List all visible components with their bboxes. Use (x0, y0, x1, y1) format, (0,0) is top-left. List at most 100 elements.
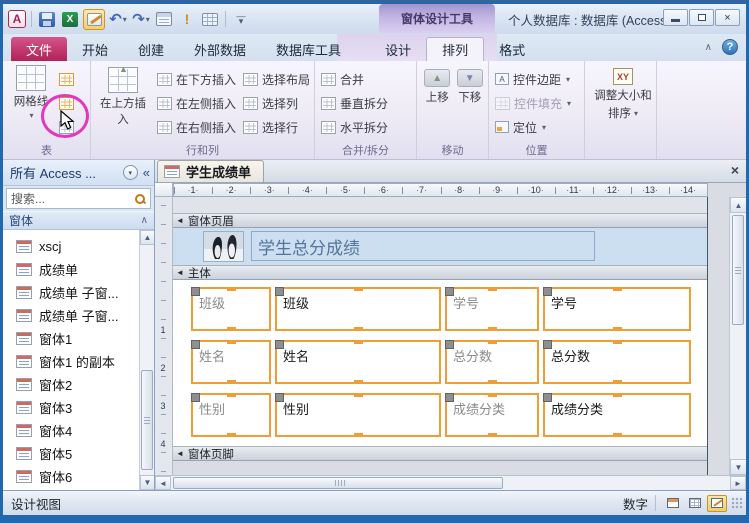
label-control[interactable]: 性别 (191, 393, 271, 437)
nav-item-form[interactable]: 成绩单 (3, 258, 154, 281)
selection-handle[interactable] (445, 340, 454, 349)
scroll-up-icon[interactable]: ▲ (730, 197, 746, 213)
move-up-button[interactable]: ▲ 上移 (423, 69, 452, 105)
select-column-button[interactable]: 选择列 (243, 91, 310, 115)
insert-above-button[interactable]: ▲ 在上方插入 (97, 65, 149, 139)
label-control[interactable]: 总分数 (445, 340, 539, 384)
export-excel-button[interactable]: X (60, 9, 80, 29)
selection-handle[interactable] (275, 287, 284, 296)
tab-create[interactable]: 创建 (123, 37, 179, 61)
access-app-icon[interactable]: A (8, 10, 26, 28)
resize-grip[interactable] (731, 497, 743, 509)
tab-design[interactable]: 设计 (370, 37, 426, 61)
redo-button[interactable]: ↷▾ (131, 9, 151, 29)
scroll-down-icon[interactable]: ▼ (140, 475, 154, 490)
restore-button[interactable] (689, 9, 714, 26)
detail-section-bar[interactable]: ◄ 主体 (173, 265, 707, 280)
nav-item-form[interactable]: 成绩单 子窗... (3, 304, 154, 327)
minimize-button[interactable] (663, 9, 688, 26)
control-margins-button[interactable]: A控件边距▾ (495, 67, 580, 91)
scrollbar-thumb[interactable] (732, 215, 744, 325)
design-view-button[interactable] (707, 495, 727, 512)
help-button[interactable]: ? (722, 39, 738, 55)
selection-handle[interactable] (191, 287, 200, 296)
tab-home[interactable]: 开始 (67, 37, 123, 61)
form-footer-section-bar[interactable]: ◄ 窗体页脚 (173, 446, 707, 461)
label-control[interactable]: 班级 (191, 287, 271, 331)
tab-arrange[interactable]: 排列 (426, 37, 484, 61)
form-header-section-bar[interactable]: ◄ 窗体页眉 (173, 213, 707, 228)
design-view-button[interactable] (83, 9, 105, 30)
label-control[interactable]: 姓名 (191, 340, 271, 384)
move-down-button[interactable]: ▼ 下移 (456, 69, 485, 105)
tab-external-data[interactable]: 外部数据 (179, 37, 261, 61)
vertical-scrollbar[interactable]: ▲ ▼ (729, 197, 746, 475)
nav-item-form[interactable]: 窗体5 (3, 442, 154, 465)
scrollbar-thumb[interactable] (141, 370, 153, 470)
split-vertical-button[interactable]: 垂直拆分 (321, 91, 412, 115)
selection-handle[interactable] (275, 393, 284, 402)
stacked-layout-button[interactable] (59, 67, 74, 91)
nav-pane-header[interactable]: 所有 Access ... ▾ « (3, 160, 154, 186)
scroll-left-icon[interactable]: ◄ (155, 476, 171, 490)
selection-handle[interactable] (543, 340, 552, 349)
undo-button[interactable]: ↶▾ (108, 9, 128, 29)
scrollbar-thumb[interactable] (173, 477, 503, 489)
detail-section[interactable]: 班级 班级 学号 学号 姓名 姓名 总分数 总分数 性别 性别 成绩分类 成绩分… (173, 280, 707, 446)
customize-qat-button[interactable]: —▾ (231, 9, 251, 29)
minimize-ribbon-button[interactable]: ∧ (705, 42, 712, 53)
insert-right-button[interactable]: 在右侧插入 (157, 115, 235, 139)
selection-handle[interactable] (191, 340, 200, 349)
search-input[interactable]: 搜索... (6, 188, 151, 209)
nav-item-form[interactable]: 窗体1 的副本 (3, 350, 154, 373)
nav-item-form[interactable]: xscj (3, 235, 154, 258)
datasheet-button[interactable] (200, 9, 220, 29)
scroll-right-icon[interactable]: ► (730, 476, 746, 490)
shutter-bar-close-icon[interactable]: « (143, 165, 150, 180)
selection-handle[interactable] (191, 393, 200, 402)
form-header-band[interactable]: 学生总分成绩 (173, 228, 707, 265)
tab-database-tools[interactable]: 数据库工具 (261, 37, 356, 61)
horizontal-scrollbar[interactable]: ◄ ► (155, 475, 746, 490)
textbox-control[interactable]: 总分数 (543, 340, 691, 384)
form-view-button[interactable] (663, 495, 683, 512)
nav-item-form[interactable]: 窗体1 (3, 327, 154, 350)
textbox-control[interactable]: 姓名 (275, 340, 441, 384)
label-control[interactable]: 成绩分类 (445, 393, 539, 437)
nav-group-forms[interactable]: 窗体 ∧ (3, 211, 154, 230)
selection-handle[interactable] (543, 393, 552, 402)
document-close-icon[interactable]: × (731, 163, 739, 177)
error-checking-button[interactable]: ! (177, 9, 197, 29)
selection-handle[interactable] (543, 287, 552, 296)
datasheet-view-button[interactable] (685, 495, 705, 512)
split-horizontal-button[interactable]: 水平拆分 (321, 115, 412, 139)
close-button[interactable]: × (715, 9, 740, 26)
selection-handle[interactable] (445, 393, 454, 402)
insert-below-button[interactable]: 在下方插入 (157, 67, 235, 91)
nav-item-form[interactable]: 窗体3 (3, 396, 154, 419)
select-row-button[interactable]: 选择行 (243, 115, 310, 139)
nav-item-form[interactable]: 窗体4 (3, 419, 154, 442)
nav-item-form[interactable]: 窗体2 (3, 373, 154, 396)
document-tab[interactable]: 学生成绩单 (157, 160, 264, 182)
form-window-button[interactable] (154, 9, 174, 29)
selection-handle[interactable] (445, 287, 454, 296)
tab-format[interactable]: 格式 (484, 37, 540, 61)
selection-handle[interactable] (275, 340, 284, 349)
scroll-up-icon[interactable]: ▲ (140, 230, 154, 245)
textbox-control[interactable]: 学号 (543, 287, 691, 331)
select-layout-button[interactable]: 选择布局 (243, 67, 310, 91)
textbox-control[interactable]: 成绩分类 (543, 393, 691, 437)
nav-item-form[interactable]: 成绩单 子窗... (3, 281, 154, 304)
label-control[interactable]: 学号 (445, 287, 539, 331)
merge-button[interactable]: 合并 (321, 67, 412, 91)
penguins-image[interactable] (203, 231, 244, 262)
form-title-label[interactable]: 学生总分成绩 (251, 231, 595, 261)
insert-left-button[interactable]: 在左侧插入 (157, 91, 235, 115)
scroll-down-icon[interactable]: ▼ (730, 459, 746, 475)
textbox-control[interactable]: 班级 (275, 287, 441, 331)
form-select-all-box[interactable] (155, 183, 173, 197)
size-space-button[interactable]: XY 调整大小和 排序▾ (591, 65, 655, 121)
anchoring-button[interactable]: 定位▾ (495, 115, 580, 139)
tab-file[interactable]: 文件 (11, 37, 67, 61)
